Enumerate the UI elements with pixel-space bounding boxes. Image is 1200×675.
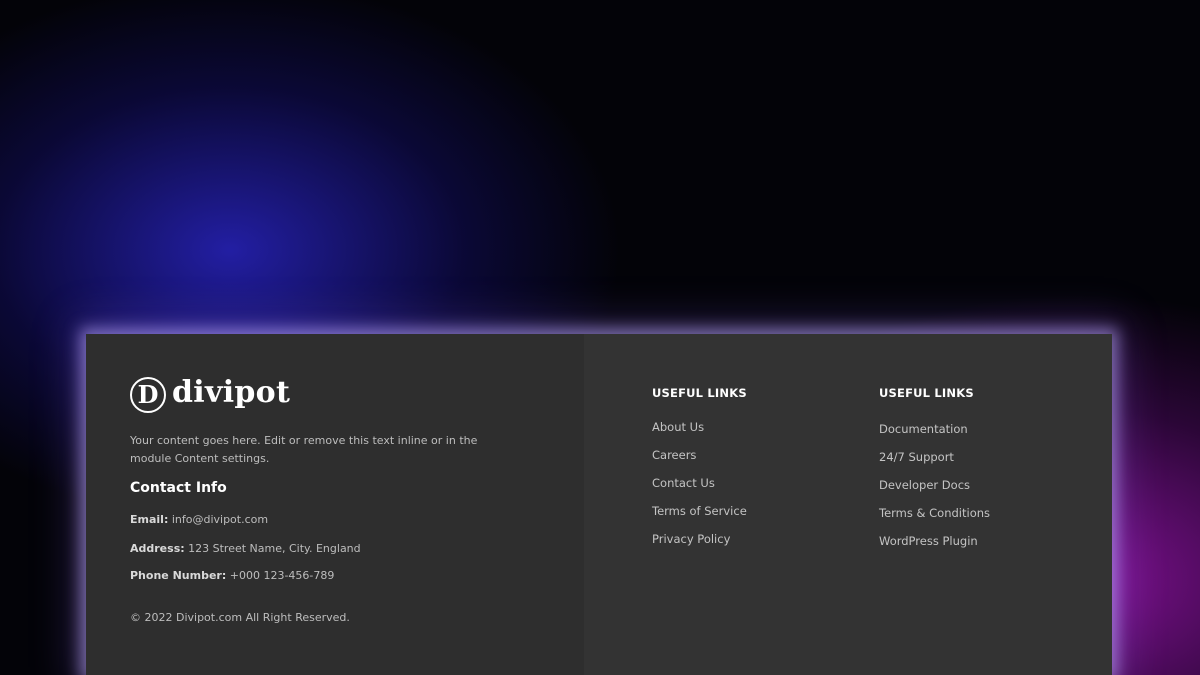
contact-email-line: Email: info@divipot.com (130, 513, 268, 526)
useful-links-heading-1: USEFUL LINKS (652, 386, 747, 400)
useful-links-column-1: USEFUL LINKS About Us Careers Contact Us… (652, 386, 747, 553)
contact-info-heading: Contact Info (130, 480, 227, 496)
useful-links-column-2: USEFUL LINKS Documentation 24/7 Support … (879, 386, 990, 555)
useful-links-list-2: Documentation 24/7 Support Developer Doc… (879, 415, 990, 555)
link-documentation[interactable]: Documentation (879, 415, 990, 443)
link-wordpress-plugin[interactable]: WordPress Plugin (879, 527, 990, 555)
logo-text: divipot (172, 375, 291, 410)
address-label: Address: (130, 542, 185, 555)
footer-about-column: D divipot Your content goes here. Edit o… (86, 334, 584, 675)
link-terms-conditions[interactable]: Terms & Conditions (879, 499, 990, 527)
address-value: 123 Street Name, City. England (188, 542, 361, 555)
link-developer-docs[interactable]: Developer Docs (879, 471, 990, 499)
logo-mark-icon: D (130, 377, 166, 413)
copyright-text: © 2022 Divipot.com All Right Reserved. (130, 611, 350, 624)
phone-value[interactable]: +000 123-456-789 (230, 569, 335, 582)
link-contact-us[interactable]: Contact Us (652, 469, 747, 497)
site-footer: D divipot Your content goes here. Edit o… (86, 334, 1112, 675)
useful-links-list-1: About Us Careers Contact Us Terms of Ser… (652, 413, 747, 553)
useful-links-heading-2: USEFUL LINKS (879, 386, 974, 400)
link-careers[interactable]: Careers (652, 441, 747, 469)
link-terms-of-service[interactable]: Terms of Service (652, 497, 747, 525)
footer-description: Your content goes here. Edit or remove t… (130, 434, 478, 465)
contact-phone-line: Phone Number: +000 123-456-789 (130, 569, 334, 582)
link-support[interactable]: 24/7 Support (879, 443, 990, 471)
footer-logo[interactable]: D divipot (130, 377, 290, 413)
email-value[interactable]: info@divipot.com (172, 513, 268, 526)
link-about-us[interactable]: About Us (652, 413, 747, 441)
contact-address-line: Address: 123 Street Name, City. England (130, 542, 361, 555)
link-privacy-policy[interactable]: Privacy Policy (652, 525, 747, 553)
phone-label: Phone Number: (130, 569, 227, 582)
footer-links-area: USEFUL LINKS About Us Careers Contact Us… (584, 334, 1112, 675)
email-label: Email: (130, 513, 169, 526)
